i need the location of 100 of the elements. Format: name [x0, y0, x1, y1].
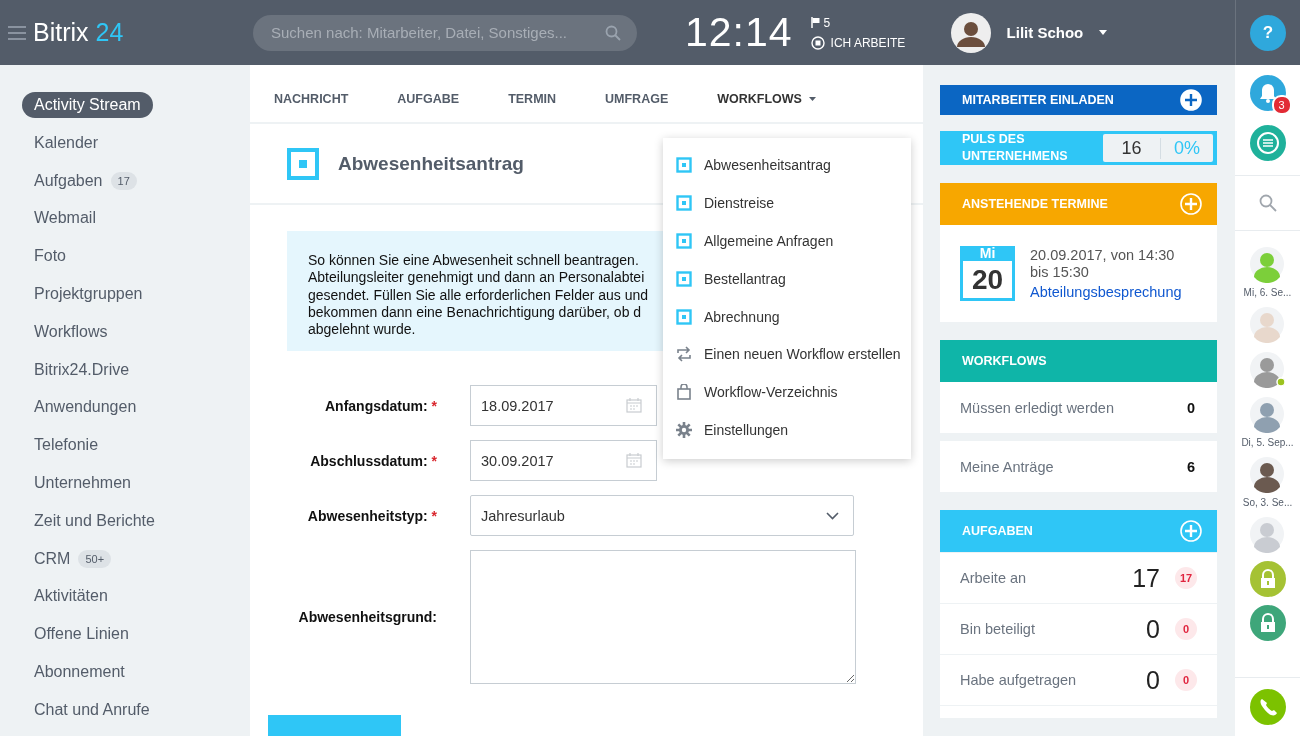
select-field[interactable]: Jahresurlaub: [470, 495, 854, 536]
row-count: 0: [1145, 665, 1160, 695]
counter-badge: 0: [1175, 669, 1197, 691]
flag-icon: [810, 17, 820, 28]
contact-avatar[interactable]: [1248, 396, 1287, 433]
form-title: Abwesenheitsantrag: [338, 152, 524, 175]
menu-item[interactable]: Einstellungen: [663, 411, 911, 450]
calendar-weekday: Mi: [979, 246, 996, 261]
widget-header[interactable]: MITARBEITER EINLADEN: [940, 85, 1217, 115]
compose-tab[interactable]: AUFGABE: [397, 92, 460, 122]
event-link[interactable]: Abteilungsbesprechung: [1030, 283, 1190, 301]
field-label: Abschlussdatum: *: [309, 452, 437, 469]
field-label: Abwesenheitsgrund:: [297, 609, 437, 625]
counter-badge: 17: [110, 171, 137, 190]
sidebar-item[interactable]: Aufgaben 17: [22, 167, 149, 194]
date-field[interactable]: 18.09.2017: [470, 385, 657, 426]
menu-item[interactable]: Abwesenheitsantrag: [663, 146, 911, 184]
menu-icon[interactable]: [8, 25, 26, 40]
menu-item[interactable]: Bestellantrag: [663, 259, 911, 298]
stop-icon: [810, 35, 825, 50]
required-mark: *: [431, 452, 437, 469]
sidebar-item[interactable]: Activity Stream: [22, 92, 153, 118]
counter-badge: 17: [1175, 567, 1197, 589]
sidebar-item[interactable]: Webmail: [22, 205, 108, 232]
phone-icon[interactable]: [1249, 689, 1286, 725]
sidebar-item[interactable]: Aktivitäten: [22, 583, 120, 610]
required-mark: *: [431, 507, 437, 524]
sidebar-item[interactable]: Projektgruppen: [22, 281, 155, 307]
caret-icon: [1099, 30, 1108, 35]
menu-item[interactable]: Dienstreise: [663, 183, 911, 222]
menu-item[interactable]: Allgemeine Anfragen: [663, 221, 911, 260]
sidebar-item[interactable]: Kalender: [22, 129, 111, 156]
row-count: 0: [1145, 614, 1160, 644]
widget-header[interactable]: PULS DES UNTERNEHMENS 16 0%: [940, 131, 1217, 165]
sidebar-item[interactable]: Chat und Anrufe: [22, 696, 162, 723]
sidebar-item[interactable]: Zeit und Berichte: [22, 507, 167, 534]
required-mark: *: [431, 397, 437, 414]
sidebar-item[interactable]: Anwendungen: [22, 394, 149, 421]
widget-title: PULS DES UNTERNEHMENS: [962, 131, 1069, 165]
sidebar-item[interactable]: Bitrix24.Drive: [22, 356, 142, 383]
chat-date: Di, 5. Sep...: [1241, 437, 1294, 448]
contact-avatar[interactable]: [1248, 351, 1287, 388]
field-label: Abwesenheitstyp: *: [306, 507, 437, 524]
lock-icon[interactable]: [1249, 561, 1286, 597]
chat-date: Mi, 6. Se...: [1243, 287, 1292, 298]
sidebar-item[interactable]: CRM 50+: [22, 545, 124, 572]
chevron-down-icon: [826, 511, 839, 520]
workflow-icon: [287, 147, 319, 180]
widget-title: ANSTEHENDE TERMINE: [962, 197, 1108, 211]
search-icon[interactable]: [1258, 194, 1277, 212]
row-count: 6: [1186, 458, 1195, 475]
sidebar-item[interactable]: Foto: [22, 243, 78, 270]
clock-time: 12:14: [685, 9, 793, 56]
field-label: Anfangsdatum: *: [324, 397, 437, 414]
plus-icon[interactable]: [1180, 89, 1202, 111]
chat-date: So, 3. Se...: [1242, 497, 1293, 508]
info-text: So können Sie eine Abwesenheit schnell beantragen. Abteilungsleiter genehmigt und dann an Personalabtei gesendet. Füllen Sie alle erforderlichen Felder aus und bekommen dann eine Benachrichtigung darüber, ob d abgelehnt wurde.: [287, 231, 663, 351]
counter-badge: 50+: [78, 549, 112, 568]
calendar-day: 20: [963, 261, 1012, 298]
calendar-icon: [626, 453, 642, 468]
work-status-button[interactable]: ICH ARBEITE: [810, 35, 951, 50]
contact-avatar[interactable]: [1248, 456, 1287, 493]
lock-icon[interactable]: [1249, 605, 1286, 641]
compose-tab[interactable]: WORKFLOWS: [717, 92, 816, 122]
menu-item[interactable]: Abrechnung: [663, 297, 911, 336]
counter-badge: 0: [1175, 618, 1197, 640]
chat-icon[interactable]: [1249, 125, 1286, 161]
sidebar-item[interactable]: Workflows: [22, 318, 120, 345]
date-field[interactable]: 30.09.2017: [470, 440, 657, 481]
sidebar-item[interactable]: Telefonie: [22, 432, 111, 459]
compose-tab[interactable]: NACHRICHT: [274, 92, 349, 122]
event-time: 20.09.2017, von 14:30 bis 15:30: [1030, 246, 1176, 281]
notification-badge: 3: [1271, 95, 1292, 115]
avatar-icon: [950, 12, 991, 53]
flag-count: 5: [823, 15, 831, 30]
bag-icon: [676, 384, 692, 401]
widget-row[interactable]: Habe aufgetragen 0 0: [940, 654, 1217, 705]
menu-item[interactable]: Workflow-Verzeichnis: [663, 373, 911, 412]
sync-icon: [676, 346, 692, 363]
sidebar-item[interactable]: Unternehmen: [22, 469, 143, 496]
search-field[interactable]: Suchen nach: Mitarbeiter, Datei, Sonstiges...: [253, 14, 637, 51]
workflow-icon: [676, 308, 692, 325]
calendar-icon: [626, 398, 642, 413]
workflow-icon: [676, 270, 692, 287]
sidebar-item[interactable]: Offene Linien: [22, 621, 141, 648]
row-count: 17: [1131, 563, 1160, 593]
compose-tab[interactable]: UMFRAGE: [605, 92, 669, 122]
user-menu[interactable]: Lilit Schoo: [950, 12, 1108, 53]
widget-row[interactable]: Bin beteiligt 0 0: [940, 603, 1217, 654]
menu-item[interactable]: Einen neuen Workflow erstellen: [663, 335, 911, 374]
text-area[interactable]: [470, 550, 856, 684]
widget-row[interactable]: Müssen erledigt werden 0: [940, 382, 1217, 433]
logo[interactable]: Bitrix 24: [33, 18, 253, 47]
widget-row[interactable]: Meine Anträge 6: [940, 441, 1217, 492]
sidebar-item[interactable]: Abonnement: [22, 658, 137, 685]
row-count: 0: [1186, 399, 1195, 416]
compose-tab[interactable]: TERMIN: [508, 92, 557, 122]
widget-title: MITARBEITER EINLADEN: [962, 93, 1114, 107]
widget-row[interactable]: Arbeite an 17 17: [940, 552, 1217, 603]
search-icon: [605, 24, 621, 41]
